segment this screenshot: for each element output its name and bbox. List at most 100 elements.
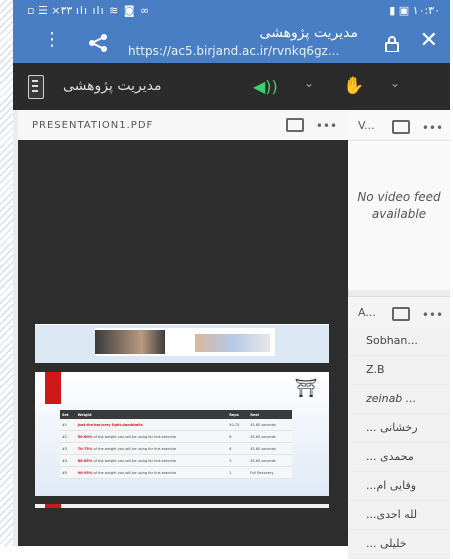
more-options-icon[interactable]: ••• xyxy=(316,119,337,133)
page-title: مدیریت پژوهشی xyxy=(259,25,359,41)
presentation-pod: PRESENTATION1.PDF ••• ⛩ Set Weight Reps … xyxy=(18,110,349,546)
video-header: V... ••• xyxy=(348,110,450,141)
table-cell: 8 xyxy=(227,430,249,443)
table-cell: 45-60 seconds xyxy=(248,454,292,467)
presentation-header: PRESENTATION1.PDF ••• xyxy=(18,110,348,141)
weight-text: of the weight you will be using for this… xyxy=(92,458,177,463)
table-cell: 50-60% of the weight you will be using f… xyxy=(75,430,228,443)
attendee-list: Sobhan... Z.B zeinab ... ... رخشانی ... … xyxy=(348,327,450,559)
weight-highlight: Just the bar/very light dumbbells xyxy=(77,422,143,427)
table-cell: 80-85% of the weight you will be using f… xyxy=(75,454,228,467)
slide-stretching xyxy=(35,324,329,363)
attendees-header-icons: ••• xyxy=(392,305,443,322)
attendees-header: A... ••• xyxy=(348,297,450,328)
attendee-item[interactable]: ...وفایی ام xyxy=(348,472,450,501)
table-row: #2 50-60% of the weight you will be usin… xyxy=(60,430,292,443)
weight-highlight: 90-95% xyxy=(77,470,93,475)
workout-table: Set Weight Reps Rest #1 Just the bar/ver… xyxy=(60,410,292,479)
table-header: Set xyxy=(60,410,76,419)
weight-highlight: 70-75% xyxy=(77,446,93,451)
url-bar: ⋮ مدیریت پژوهشی https://ac5.birjand.ac.i… xyxy=(13,22,450,63)
presentation-title: PRESENTATION1.PDF xyxy=(32,120,154,131)
pods-menu-icon[interactable] xyxy=(28,75,44,99)
table-cell: #3 xyxy=(60,442,76,455)
stretching-image xyxy=(95,328,275,356)
table-cell: 45-60 seconds xyxy=(248,419,292,431)
chevron-down-icon[interactable]: ⌄ xyxy=(390,76,400,90)
table-cell: 50-75 xyxy=(227,419,249,431)
slide-accent-bar xyxy=(45,372,61,404)
table-cell: 90-95% of the weight you will be using f… xyxy=(75,466,228,479)
slide-workout-table: ⛩ Set Weight Reps Rest #1 Just the bar/v… xyxy=(35,372,329,496)
share-icon[interactable] xyxy=(87,33,109,53)
chevron-down-icon[interactable]: ⌄ xyxy=(304,76,314,90)
weight-highlight: 80-85% xyxy=(77,458,93,463)
left-edge-pattern xyxy=(0,0,13,546)
presentation-canvas[interactable]: ⛩ Set Weight Reps Rest #1 Just the bar/v… xyxy=(18,140,348,546)
table-cell: Just the bar/very light dumbbells xyxy=(75,419,228,431)
attendees-title: A... xyxy=(358,306,376,319)
attendee-item[interactable]: ... خلیلی xyxy=(348,530,450,559)
table-cell: 45-60 seconds xyxy=(248,430,292,443)
lock-icon[interactable] xyxy=(384,36,400,52)
weight-text: of the weight you will be using for this… xyxy=(92,434,177,439)
status-time: ▮ ▣ ۱۰:۳۰ xyxy=(389,4,440,17)
phone-screen: ▫ ☰ ×۳۳ ılı ılı ≋ ◙ ∞ ▮ ▣ ۱۰:۳۰ ⋮ مدیریت… xyxy=(13,0,450,559)
browser-topbar: ▫ ☰ ×۳۳ ılı ılı ≋ ◙ ∞ ▮ ▣ ۱۰:۳۰ ⋮ مدیریت… xyxy=(13,0,450,63)
meeting-content: PRESENTATION1.PDF ••• ⛩ Set Weight Reps … xyxy=(13,110,450,559)
stretch-photo-1 xyxy=(95,330,165,354)
university-logo-icon: ⛩ xyxy=(294,378,318,399)
table-row: #4 80-85% of the weight you will be usin… xyxy=(60,454,292,467)
meeting-toolbar: مدیریت پژوهشی ◀)) ⌄ ✋ ⌄ xyxy=(13,63,450,110)
raise-hand-icon[interactable]: ✋ xyxy=(343,76,364,96)
fit-screen-icon[interactable] xyxy=(392,307,410,321)
table-header: Rest xyxy=(248,410,292,419)
url-text[interactable]: https://ac5.birjand.ac.ir/rvnkq6gz... xyxy=(128,44,358,58)
video-title: V... xyxy=(358,119,375,132)
video-pod: V... ••• No video feed available xyxy=(348,110,450,290)
table-row: #1 Just the bar/very light dumbbells 50-… xyxy=(60,419,292,431)
fit-screen-icon[interactable] xyxy=(286,118,304,132)
table-row: #3 70-75% of the weight you will be usin… xyxy=(60,442,292,455)
status-bar: ▫ ☰ ×۳۳ ılı ılı ≋ ◙ ∞ ▮ ▣ ۱۰:۳۰ xyxy=(13,0,450,22)
presentation-header-icons: ••• xyxy=(286,116,337,133)
fit-screen-icon[interactable] xyxy=(392,120,410,134)
attendee-item[interactable]: zeinab ... xyxy=(348,385,450,414)
table-cell: 45-60 seconds xyxy=(248,442,292,455)
speaker-icon[interactable]: ◀)) xyxy=(253,77,278,96)
attendees-pod: A... ••• Sobhan... Z.B zeinab ... ... رخ… xyxy=(348,296,450,559)
battery-icon: ▮ ▣ xyxy=(389,4,413,17)
slide-next-partial xyxy=(35,504,329,508)
room-title: مدیریت پژوهشی xyxy=(63,78,162,94)
no-video-message: No video feed available xyxy=(357,190,441,221)
table-cell: #1 xyxy=(60,419,76,431)
weight-text: of the weight you will be using for this… xyxy=(92,446,177,451)
clock: ۱۰:۳۰ xyxy=(412,4,440,17)
table-cell: #4 xyxy=(60,454,76,467)
table-cell: 70-75% of the weight you will be using f… xyxy=(75,442,228,455)
table-cell: Full Recovery xyxy=(248,466,292,479)
weight-highlight: 50-60% xyxy=(77,434,93,439)
table-header: Weight xyxy=(75,410,228,419)
table-cell: 3 xyxy=(227,454,249,467)
table-cell: 1 xyxy=(227,466,249,479)
table-cell: #5 xyxy=(60,466,76,479)
attendee-item[interactable]: ... رخشانی xyxy=(348,414,450,443)
more-options-icon[interactable]: ••• xyxy=(422,121,443,135)
table-cell: 6 xyxy=(227,442,249,455)
attendee-item[interactable]: Z.B xyxy=(348,356,450,385)
more-menu-icon[interactable]: ⋮ xyxy=(43,31,61,49)
video-header-icons: ••• xyxy=(392,118,443,135)
table-header-row: Set Weight Reps Rest xyxy=(60,410,292,419)
weight-text: of the weight you will be using for this… xyxy=(92,470,177,475)
slide-accent-bar xyxy=(45,504,61,508)
table-cell: #2 xyxy=(60,430,76,443)
table-row: #5 90-95% of the weight you will be usin… xyxy=(60,466,292,479)
attendee-item[interactable]: ... محمدی xyxy=(348,443,450,472)
close-icon[interactable]: ✕ xyxy=(420,30,438,52)
status-icons: ▫ ☰ ×۳۳ ılı ılı ≋ ◙ ∞ xyxy=(27,4,151,17)
table-header: Reps xyxy=(227,410,249,419)
more-options-icon[interactable]: ••• xyxy=(422,308,443,322)
attendee-item[interactable]: ...لله احدی xyxy=(348,501,450,530)
attendee-item[interactable]: Sobhan... xyxy=(348,327,450,356)
